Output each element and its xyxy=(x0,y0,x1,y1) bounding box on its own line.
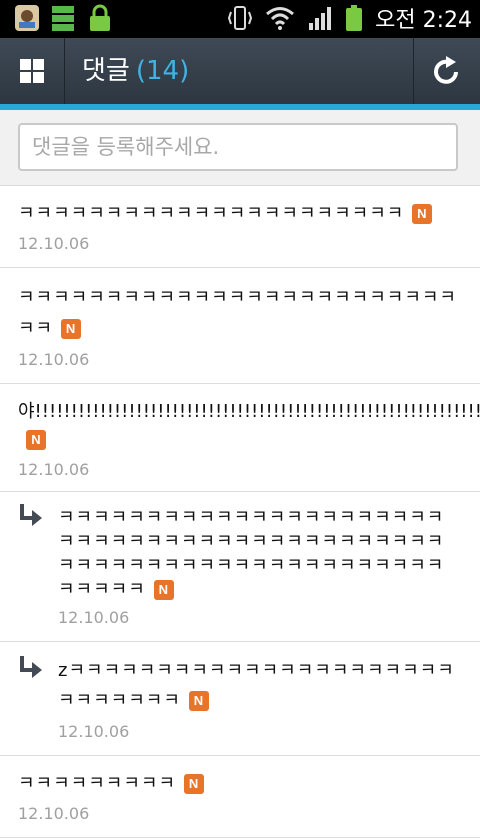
page-title-text: 댓글 xyxy=(82,56,130,86)
comment-date: 12.10.06 xyxy=(18,460,90,479)
comment-input[interactable] xyxy=(18,123,458,171)
comment-text: ㅋㅋㅋㅋㅋㅋㅋㅋㅋ N xyxy=(18,770,462,798)
comment-text: zㅋㅋㅋㅋㅋㅋㅋㅋㅋㅋㅋㅋㅋㅋㅋㅋㅋㅋㅋㅋㅋㅋㅋㅋㅋㅋㅋㅋㅋ N xyxy=(58,660,455,711)
comment-text: ㅋㅋㅋㅋㅋㅋㅋㅋㅋㅋㅋㅋㅋㅋㅋㅋㅋㅋㅋㅋㅋㅋㅋㅋㅋㅋㅋ N xyxy=(18,287,457,339)
vibrate-icon xyxy=(228,6,253,30)
status-bar: 오전 2:24 xyxy=(0,0,480,38)
comment-date: 12.10.06 xyxy=(58,722,130,741)
comment-count: (14) xyxy=(135,56,190,86)
new-badge: N xyxy=(184,774,205,794)
storage-icon xyxy=(52,6,74,31)
reply-arrow-icon xyxy=(20,504,42,526)
comment-item[interactable]: ㅋㅋㅋㅋㅋㅋㅋㅋㅋㅋㅋㅋㅋㅋㅋㅋㅋㅋㅋㅋㅋㅋ N 12.10.06 xyxy=(0,186,480,268)
comment-date: 12.10.06 xyxy=(18,350,90,369)
comment-text: ㅋㅋㅋㅋㅋㅋㅋㅋㅋㅋㅋㅋㅋㅋㅋㅋㅋㅋㅋㅋㅋㅋㅋㅋㅋㅋㅋㅋㅋㅋㅋㅋㅋㅋㅋㅋㅋㅋㅋㅋ… xyxy=(58,507,445,600)
comment-item[interactable]: 야!!!!!!!!!!!!!!!!!!!!!!!!!!!!!!!!!!!!!!!… xyxy=(0,384,480,492)
reply-item[interactable]: ㅋㅋㅋㅋㅋㅋㅋㅋㅋㅋㅋㅋㅋㅋㅋㅋㅋㅋㅋㅋㅋㅋㅋㅋㅋㅋㅋㅋㅋㅋㅋㅋㅋㅋㅋㅋㅋㅋㅋㅋ… xyxy=(0,492,480,642)
comment-item[interactable]: ㅋㅋㅋㅋㅋㅋㅋㅋㅋㅋㅋㅋㅋㅋㅋㅋㅋㅋㅋㅋㅋㅋㅋㅋㅋㅋㅋ N 12.10.06 xyxy=(0,268,480,384)
new-badge: N xyxy=(153,580,174,600)
lock-icon xyxy=(90,4,110,31)
comment-date: 12.10.06 xyxy=(18,234,90,253)
app-notification-icon xyxy=(15,5,39,31)
grid-icon xyxy=(20,59,44,83)
comment-text: ㅋㅋㅋㅋㅋㅋㅋㅋㅋㅋㅋㅋㅋㅋㅋㅋㅋㅋㅋㅋㅋㅋ N xyxy=(18,200,462,228)
reply-arrow-icon xyxy=(20,656,42,678)
new-badge: N xyxy=(26,430,46,450)
comment-item[interactable]: ㅋㅋㅋㅋㅋㅋㅋㅋㅋ N 12.10.06 xyxy=(0,756,480,838)
comment-text: 야!!!!!!!!!!!!!!!!!!!!!!!!!!!!!!!!!!!!!!!… xyxy=(18,398,480,454)
battery-icon xyxy=(346,5,363,31)
page-title: 댓글 (14) xyxy=(82,50,189,87)
refresh-icon xyxy=(434,56,458,84)
new-badge: N xyxy=(188,691,209,711)
signal-icon xyxy=(309,7,332,30)
comment-date: 12.10.06 xyxy=(58,608,130,627)
menu-grid-button[interactable] xyxy=(0,38,65,104)
wifi-icon xyxy=(266,7,295,30)
reply-item[interactable]: zㅋㅋㅋㅋㅋㅋㅋㅋㅋㅋㅋㅋㅋㅋㅋㅋㅋㅋㅋㅋㅋㅋㅋㅋㅋㅋㅋㅋㅋ N 12.10.06 xyxy=(0,642,480,756)
comment-list: ㅋㅋㅋㅋㅋㅋㅋㅋㅋㅋㅋㅋㅋㅋㅋㅋㅋㅋㅋㅋㅋㅋ N 12.10.06 ㅋㅋㅋㅋㅋㅋㅋ… xyxy=(0,186,480,838)
title-bar: 댓글 (14) xyxy=(0,38,480,110)
comment-date: 12.10.06 xyxy=(18,804,90,823)
comment-input-area xyxy=(0,110,480,186)
new-badge: N xyxy=(61,319,82,339)
refresh-button[interactable] xyxy=(413,38,480,104)
status-time: 오전 2:24 xyxy=(375,8,472,33)
new-badge: N xyxy=(412,204,433,224)
